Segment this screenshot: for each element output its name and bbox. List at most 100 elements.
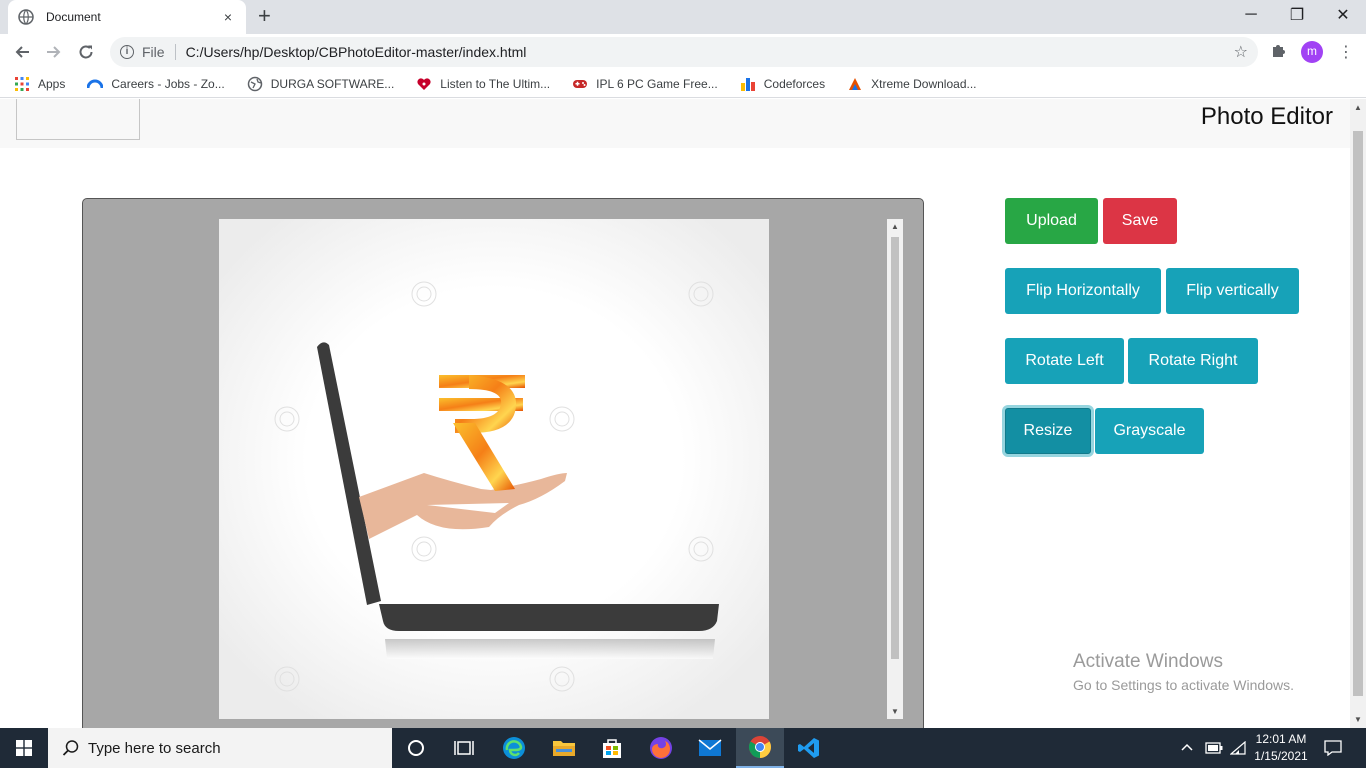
tab-strip: Document × + ─ ❐ ✕ [0,0,1366,34]
bookmarks-bar: Apps Careers - Jobs - Zo... DURGA SOFTWA… [0,70,1366,98]
firefox-icon [650,737,672,759]
bookmark-label: Codeforces [763,76,826,91]
cortana-circle-icon [408,740,424,756]
bookmark-xtreme[interactable]: Xtreme Download... [847,76,977,92]
clock-time: 12:01 AM [1255,732,1307,746]
store-taskbar-icon[interactable] [588,728,636,768]
page-content: Photo Editor ▲ ▼ Upload Save Flip Horizo… [0,99,1350,728]
minimize-button[interactable]: ─ [1228,0,1274,30]
task-view-button[interactable] [440,728,488,768]
wifi-tray[interactable] [1230,728,1246,768]
scroll-down-icon[interactable]: ▼ [1354,715,1362,724]
gamepad-icon [573,79,588,88]
upload-button[interactable]: Upload [1005,198,1098,244]
rupee-hand-laptop-image [219,219,769,719]
bookmark-careers[interactable]: Careers - Jobs - Zo... [87,76,225,92]
scrollbar-thumb[interactable] [891,237,899,659]
search-placeholder: Type here to search [88,739,221,757]
mail-envelope-icon [698,739,722,756]
bookmark-iheart[interactable]: Listen to The Ultim... [416,76,550,92]
close-window-button[interactable]: ✕ [1320,0,1366,30]
bookmark-durga[interactable]: DURGA SOFTWARE... [247,76,395,92]
chrome-icon [749,736,771,758]
iheart-icon [417,77,431,90]
back-button[interactable] [10,40,34,64]
taskbar-search[interactable]: Type here to search [48,728,392,768]
apps-grid-icon [15,76,29,91]
profile-avatar[interactable]: m [1301,41,1323,63]
editor-image [219,219,769,719]
edge-taskbar-icon[interactable] [490,728,538,768]
arrow-left-icon [15,46,29,58]
bookmark-apps[interactable]: Apps [14,76,65,92]
codeforces-icon [740,77,755,91]
tab-title: Document [46,10,101,24]
bookmark-label: Apps [38,76,66,91]
clock-date: 1/15/2021 [1254,749,1308,763]
windows-taskbar: Type here to search 12:01 AM 1/15/2021 [0,728,1366,768]
activate-windows-subtitle: Go to Settings to activate Windows. [1073,677,1294,693]
rotate-right-button[interactable]: Rotate Right [1128,338,1258,384]
page-scrollbar[interactable]: ▲ ▼ [1350,99,1366,728]
bookmark-ipl[interactable]: IPL 6 PC Game Free... [572,76,718,92]
url-text: C:/Users/hp/Desktop/CBPhotoEditor-master… [185,44,527,60]
reload-button[interactable] [74,40,98,64]
careers-icon [87,79,104,88]
task-view-icon [454,741,474,755]
tab-close-icon[interactable]: × [220,9,236,25]
image-scrollbar[interactable]: ▲ ▼ [887,219,903,719]
notification-icon [1324,740,1342,756]
new-tab-button[interactable]: + [258,5,271,27]
taskbar-clock[interactable]: 12:01 AM 1/15/2021 [1248,731,1314,765]
bookmark-star-icon[interactable]: ☆ [1234,42,1248,62]
maximize-button[interactable]: ❐ [1274,0,1320,30]
cortana-button[interactable] [392,728,440,768]
bookmark-codeforces[interactable]: Codeforces [740,76,825,92]
globe-icon [18,9,34,25]
scroll-up-icon[interactable]: ▲ [891,222,899,231]
start-button[interactable] [0,728,48,768]
tab-document[interactable]: Document × [8,0,246,34]
firefox-taskbar-icon[interactable] [637,728,685,768]
forward-button[interactable] [42,40,66,64]
edge-icon [503,737,525,759]
image-canvas-container: ▲ ▼ [82,198,924,728]
flip-horizontally-button[interactable]: Flip Horizontally [1005,268,1161,314]
scrollbar-thumb[interactable] [1353,131,1363,696]
bookmark-label: Xtreme Download... [871,76,977,91]
store-bag-icon [603,739,621,758]
arrow-right-icon [47,46,61,58]
search-icon [62,740,79,756]
wifi-icon [1230,741,1246,755]
activate-windows-watermark: Activate Windows Go to Settings to activ… [1073,651,1294,693]
page-title[interactable]: Photo Editor [1201,103,1333,131]
chrome-taskbar-icon[interactable] [736,728,784,768]
mail-taskbar-icon[interactable] [686,728,734,768]
file-explorer-taskbar-icon[interactable] [540,728,588,768]
reload-icon [79,45,93,59]
flip-vertically-button[interactable]: Flip vertically [1166,268,1299,314]
xtreme-icon [849,77,862,90]
action-center-button[interactable] [1324,728,1342,768]
rotate-left-button[interactable]: Rotate Left [1005,338,1124,384]
vscode-taskbar-icon[interactable] [785,728,833,768]
bookmark-label: DURGA SOFTWARE... [270,76,395,91]
vscode-icon [798,738,819,758]
chevron-up-icon [1181,743,1193,751]
globe-icon [247,76,262,91]
info-icon[interactable]: i [120,45,134,59]
battery-tray[interactable] [1205,728,1223,768]
address-bar[interactable]: i File C:/Users/hp/Desktop/CBPhotoEditor… [110,37,1258,67]
resize-button[interactable]: Resize [1005,408,1091,454]
grayscale-button[interactable]: Grayscale [1095,408,1204,454]
windows-logo-icon [16,740,32,756]
scroll-up-icon[interactable]: ▲ [1354,103,1362,112]
save-button[interactable]: Save [1103,198,1177,244]
bookmark-label: Careers - Jobs - Zo... [111,76,225,91]
show-hidden-icons[interactable] [1180,728,1194,768]
extensions-puzzle-icon[interactable] [1270,42,1286,63]
scroll-down-icon[interactable]: ▼ [891,707,899,716]
navbar: Photo Editor [0,99,1350,148]
menu-kebab-icon[interactable]: ⋮ [1338,42,1354,62]
logo-image-broken[interactable] [16,99,140,140]
